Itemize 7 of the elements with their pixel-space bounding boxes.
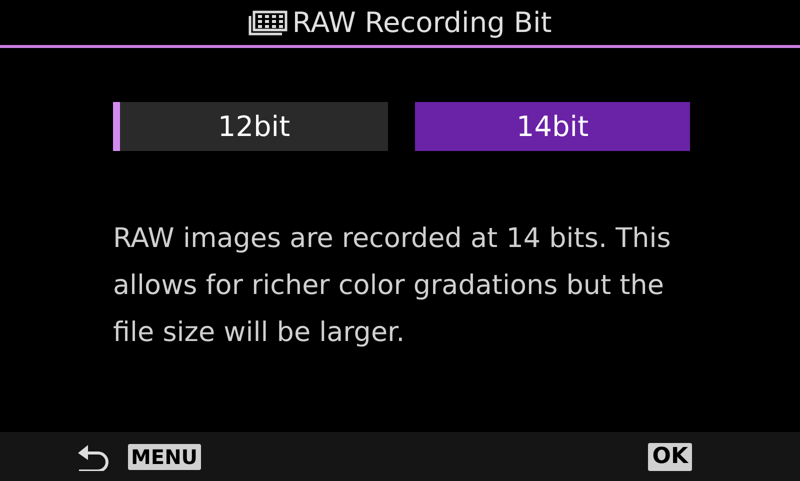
description-text: RAW images are recorded at 14 bits. This allows for richer color gradations but the file size will be larger. bbox=[113, 222, 672, 350]
menu-key: MENU bbox=[128, 444, 201, 470]
bit-option[interactable]: 14bit bbox=[415, 102, 690, 151]
ok-key: OK bbox=[648, 442, 692, 470]
raw-grid-icon bbox=[248, 10, 288, 36]
bit-option[interactable]: 12bit bbox=[113, 102, 388, 151]
screen-title: RAW Recording Bit bbox=[292, 8, 552, 36]
